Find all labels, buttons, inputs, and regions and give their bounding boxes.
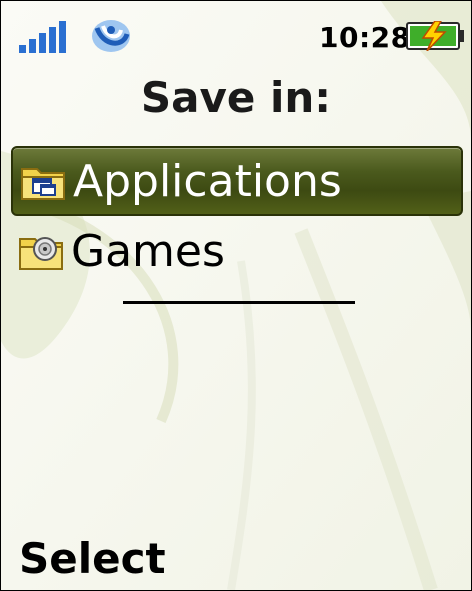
list-divider [123, 301, 355, 304]
status-clock: 10:28 [319, 21, 411, 54]
network-swirl-icon [92, 20, 130, 52]
list-item-games[interactable]: Games [11, 216, 463, 286]
page-title: Save in: [140, 73, 332, 122]
applications-folder-icon [21, 168, 65, 200]
list-item-label: Applications [73, 155, 342, 207]
status-bar: 10:28 [1, 1, 471, 71]
battery-charging-icon [406, 21, 464, 51]
list-item-applications[interactable]: Applications [11, 146, 463, 216]
signal-bars-icon [19, 21, 66, 53]
list-item-label: Games [71, 225, 225, 277]
select-softkey[interactable]: Select [19, 534, 166, 583]
folder-list: Applications Games [11, 146, 463, 286]
games-folder-icon [19, 237, 63, 270]
phone-screen: 10:28 Save in: Applications Games Select [0, 0, 472, 591]
